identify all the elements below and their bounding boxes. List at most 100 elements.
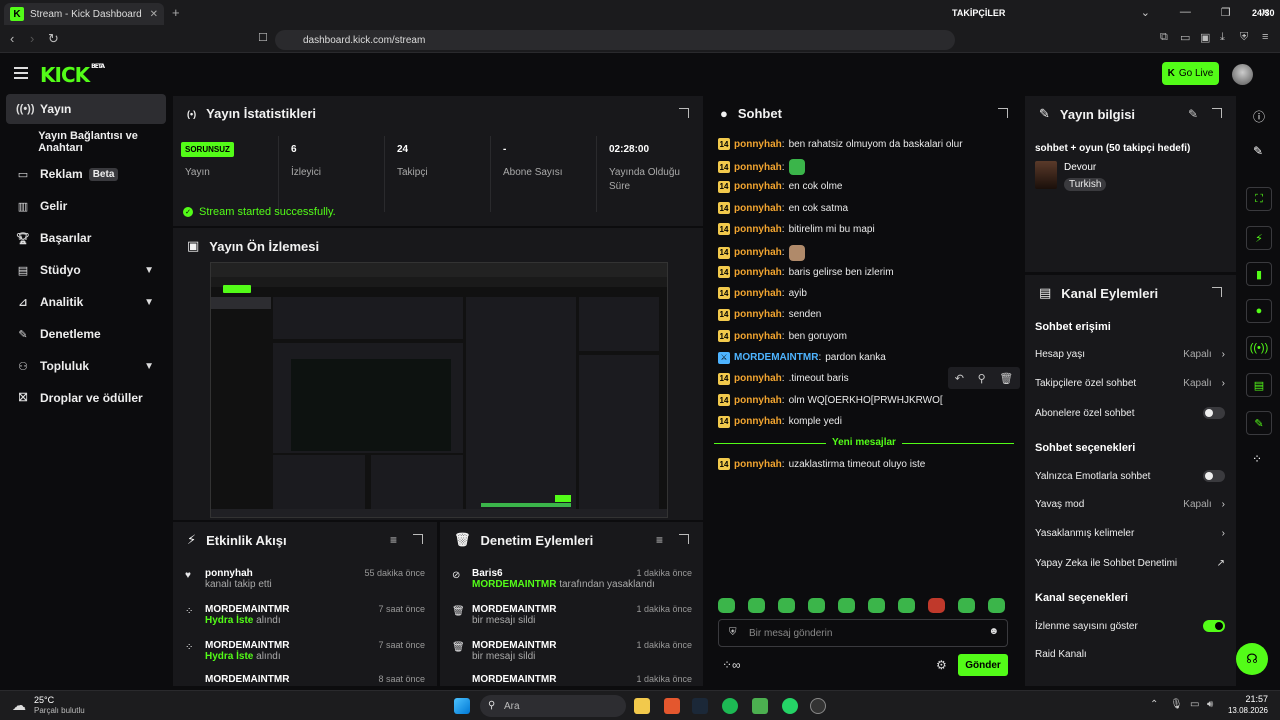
- subs-only-toggle[interactable]: [1203, 407, 1225, 419]
- emote-button[interactable]: [928, 598, 945, 613]
- chat-username[interactable]: ponnyhah: [734, 459, 782, 470]
- sidebar-item-studyo[interactable]: ▤ Stüdyo ▼: [6, 255, 166, 285]
- chat-username[interactable]: ponnyhah: [734, 162, 782, 173]
- clip-icon[interactable]: ⛶: [1246, 187, 1272, 211]
- chat-bubble-icon[interactable]: ●: [1246, 299, 1272, 323]
- spotify-icon[interactable]: [722, 698, 738, 714]
- chat-input[interactable]: ⛨ Bir mesaj gönderin ☻: [718, 619, 1008, 647]
- sidebar-item-denetleme[interactable]: ✎ Denetleme: [6, 319, 166, 349]
- forward-icon[interactable]: ›: [30, 31, 34, 46]
- windows-start-icon[interactable]: [454, 698, 470, 714]
- pencil-icon[interactable]: ✎: [1253, 144, 1263, 158]
- slow-mode-row[interactable]: Yavaş mod Kapalı ›: [1035, 499, 1225, 510]
- menu-icon[interactable]: ≡: [1262, 31, 1268, 43]
- wallet-icon[interactable]: ▣: [1200, 31, 1210, 44]
- points-icon[interactable]: ⁘: [1252, 452, 1262, 466]
- expand-icon[interactable]: [679, 534, 689, 544]
- bookmark-icon[interactable]: ☐: [258, 31, 268, 44]
- chat-username[interactable]: MORDEMAINTMR: [734, 352, 818, 363]
- url-input[interactable]: dashboard.kick.com/stream: [275, 30, 955, 50]
- help-chat-button[interactable]: ☊: [1236, 643, 1268, 675]
- chat-username[interactable]: ponnyhah: [734, 267, 782, 278]
- chat-message[interactable]: 14 ponnyhah: ayib: [718, 287, 807, 300]
- send-button[interactable]: Gönder: [958, 654, 1008, 676]
- browser-tab[interactable]: K Stream - Kick Dashboard ✕: [4, 3, 164, 25]
- sidebar-item-topluluk[interactable]: ⚇ Topluluk ▼: [6, 351, 166, 381]
- hamburger-menu-icon[interactable]: [14, 67, 28, 82]
- chat-message[interactable]: 14 ponnyhah: ben goruyom: [718, 330, 847, 343]
- minimize-icon[interactable]: —: [1180, 6, 1191, 19]
- chat-message[interactable]: 14 ponnyhah: .timeout baris: [718, 372, 849, 385]
- sidebar-item-droplar[interactable]: ⛝ Droplar ve ödüller: [6, 383, 166, 413]
- chat-username[interactable]: ponnyhah: [734, 288, 782, 299]
- whatsapp-icon[interactable]: [782, 698, 798, 714]
- chat-message[interactable]: 14 ponnyhah:: [718, 159, 805, 176]
- emote-only-toggle[interactable]: [1203, 470, 1225, 482]
- tab-list-icon[interactable]: ⌄: [1141, 6, 1150, 19]
- expand-icon[interactable]: [998, 108, 1008, 118]
- expand-icon[interactable]: [679, 108, 689, 118]
- chat-message[interactable]: 14 ponnyhah: olm WQ[OERKHO[PRWHJKRWO[: [718, 394, 943, 407]
- chat-username[interactable]: ponnyhah: [734, 309, 782, 320]
- expand-icon[interactable]: [1212, 287, 1222, 297]
- document-icon[interactable]: ▮: [1246, 262, 1272, 286]
- chat-username[interactable]: ponnyhah: [734, 181, 782, 192]
- microphone-icon[interactable]: 🎙︎: [1170, 699, 1183, 710]
- info-icon[interactable]: ⓘ: [1253, 108, 1265, 125]
- steam-icon[interactable]: [692, 698, 708, 714]
- expand-icon[interactable]: [1212, 108, 1222, 118]
- reload-icon[interactable]: ↻: [48, 31, 59, 47]
- emote-button[interactable]: [778, 598, 795, 613]
- chat-message[interactable]: 14 ponnyhah: uzaklastirma timeout oluyo is…: [718, 458, 925, 470]
- avatar[interactable]: [1232, 64, 1253, 85]
- chat-message[interactable]: 14 ponnyhah: bitirelim mi bu mapi: [718, 223, 875, 236]
- account-age-row[interactable]: Hesap yaşı Kapalı ›: [1035, 349, 1225, 360]
- wrench-icon[interactable]: ✎: [1246, 411, 1272, 435]
- chat-username[interactable]: ponnyhah: [734, 247, 782, 258]
- taskbar-search[interactable]: ⚲ Ara: [480, 695, 626, 717]
- emote-button[interactable]: [808, 598, 825, 613]
- filter-icon[interactable]: ≡: [656, 533, 663, 547]
- delete-icon[interactable]: 🗑︎: [999, 372, 1013, 385]
- chat-message[interactable]: 14 ponnyhah: komple yedi: [718, 415, 842, 428]
- reply-icon[interactable]: ↶: [955, 372, 964, 385]
- gear-icon[interactable]: ⚙: [936, 658, 947, 672]
- minecraft-icon[interactable]: [752, 698, 768, 714]
- followers-only-row[interactable]: Takipçilere özel sohbet Kapalı ›: [1035, 378, 1225, 389]
- kick-logo[interactable]: KICK BETA: [40, 63, 105, 87]
- points-icon[interactable]: ⁘∞: [722, 658, 741, 672]
- new-tab-icon[interactable]: +: [172, 5, 180, 20]
- brave-browser-icon[interactable]: [664, 698, 680, 714]
- shield-icon[interactable]: ⛨: [1240, 31, 1248, 44]
- network-icon[interactable]: ▭: [1190, 699, 1199, 710]
- emote-button[interactable]: [838, 598, 855, 613]
- chat-message[interactable]: 14 ponnyhah: ben rahatsiz olmuyom da baska…: [718, 138, 963, 150]
- sidebar-item-basarilar[interactable]: 🏆︎ Başarılar: [6, 223, 166, 253]
- chat-username[interactable]: ponnyhah: [734, 416, 782, 427]
- lightning-icon[interactable]: ⚡︎: [1246, 226, 1272, 250]
- extensions-icon[interactable]: ⧉: [1160, 31, 1168, 44]
- obs-icon[interactable]: [810, 698, 826, 714]
- emote-button[interactable]: [898, 598, 915, 613]
- pin-icon[interactable]: ⚲: [978, 372, 986, 385]
- sidebar-icon[interactable]: ▭: [1180, 31, 1190, 44]
- chat-username[interactable]: ponnyhah: [734, 373, 782, 384]
- stream-preview-video[interactable]: [210, 262, 668, 518]
- chat-message[interactable]: 14 ponnyhah: senden: [718, 308, 821, 321]
- chat-message[interactable]: 14 ponnyhah:: [718, 244, 805, 261]
- chat-username[interactable]: ponnyhah: [734, 331, 782, 342]
- filter-icon[interactable]: ≡: [390, 533, 397, 547]
- show-views-toggle[interactable]: [1203, 620, 1225, 632]
- sidebar-item-reklam[interactable]: ▭ Reklam Beta: [6, 159, 166, 189]
- go-live-button[interactable]: K Go Live: [1162, 62, 1219, 85]
- chat-username[interactable]: ponnyhah: [734, 395, 782, 406]
- volume-icon[interactable]: 🔊︎: [1207, 699, 1213, 710]
- emoji-icon[interactable]: ☻: [988, 626, 999, 637]
- chat-username[interactable]: ponnyhah: [734, 203, 782, 214]
- chat-message[interactable]: ⚔ MORDEMAINTMR: pardon kanka: [718, 351, 886, 364]
- emote-button[interactable]: [988, 598, 1005, 613]
- sidebar-item-gelir[interactable]: ▥ Gelir: [6, 191, 166, 221]
- close-tab-icon[interactable]: ✕: [150, 9, 158, 20]
- chat-username[interactable]: ponnyhah: [734, 139, 782, 150]
- download-icon[interactable]: ⤓: [1220, 31, 1225, 44]
